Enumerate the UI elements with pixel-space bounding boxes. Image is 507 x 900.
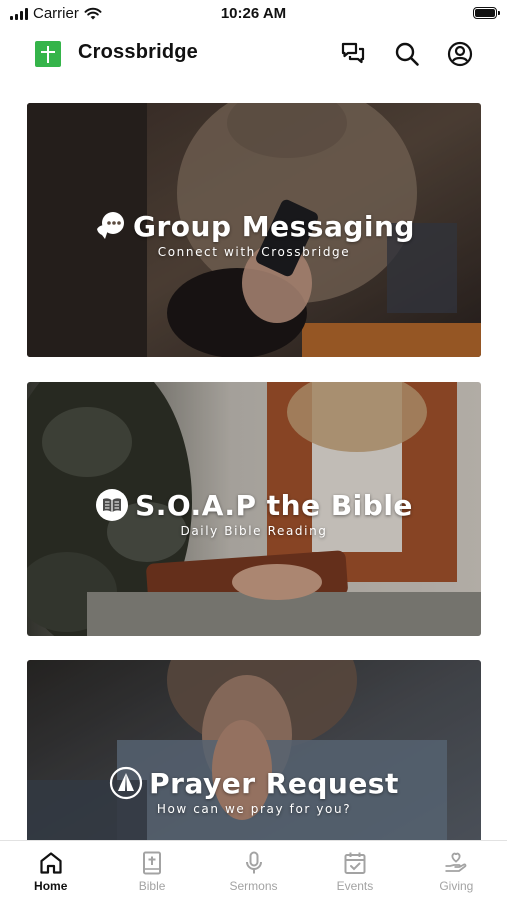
card-subtitle: Connect with Crossbridge — [157, 245, 351, 259]
search-icon — [395, 42, 419, 66]
bible-icon — [143, 851, 162, 875]
tab-label: Sermons — [229, 879, 278, 893]
open-book-icon — [95, 488, 129, 522]
card-overlay: Group Messaging Connect with Crossbridge — [27, 209, 481, 259]
microphone-icon — [245, 851, 262, 874]
status-bar: Carrier 10:26 AM — [0, 0, 507, 30]
praying-hands-icon — [109, 766, 143, 800]
tab-bible[interactable]: Bible — [101, 841, 202, 900]
app-screen: Carrier 10:26 AM Crossbridge Group Messa… — [0, 0, 507, 900]
bottom-tab-bar: Home Bible Sermons Events Giving — [0, 840, 507, 900]
card-title: Group Messaging — [133, 209, 415, 243]
crossbridge-logo-icon — [35, 41, 61, 67]
card-title: Prayer Request — [149, 766, 399, 800]
tab-label: Events — [336, 879, 374, 893]
calendar-icon — [344, 852, 366, 874]
app-header: Crossbridge — [0, 30, 507, 78]
search-button[interactable] — [393, 40, 421, 68]
tab-label: Giving — [439, 879, 474, 893]
card-subtitle: How can we pray for you? — [156, 802, 352, 816]
battery-icon — [473, 7, 500, 19]
card-title-row: Prayer Request — [27, 766, 481, 800]
soap-bible-card[interactable]: S.O.A.P the Bible Daily Bible Reading — [27, 382, 481, 636]
card-overlay: Prayer Request How can we pray for you? — [27, 766, 481, 816]
card-title-row: S.O.A.P the Bible — [27, 488, 481, 522]
tab-events[interactable]: Events — [304, 841, 405, 900]
user-profile-icon — [447, 41, 473, 67]
home-icon — [40, 852, 62, 874]
profile-button[interactable] — [446, 40, 474, 68]
messages-button[interactable] — [339, 40, 367, 68]
giving-hand-icon — [445, 852, 467, 872]
card-subtitle: Daily Bible Reading — [180, 524, 328, 538]
card-title: S.O.A.P the Bible — [135, 488, 413, 522]
status-time: 10:26 AM — [220, 5, 287, 22]
group-messaging-card[interactable]: Group Messaging Connect with Crossbridge — [27, 103, 481, 357]
tab-home[interactable]: Home — [0, 841, 101, 900]
tab-label: Home — [34, 879, 68, 893]
card-overlay: S.O.A.P the Bible Daily Bible Reading — [27, 488, 481, 538]
tab-label: Bible — [138, 879, 166, 893]
chat-bubbles-icon — [93, 209, 127, 243]
tab-giving[interactable]: Giving — [406, 841, 507, 900]
tab-sermons[interactable]: Sermons — [203, 841, 304, 900]
card-title-row: Group Messaging — [27, 209, 481, 243]
chat-bubbles-icon — [341, 42, 365, 64]
app-title: Crossbridge — [78, 41, 199, 63]
